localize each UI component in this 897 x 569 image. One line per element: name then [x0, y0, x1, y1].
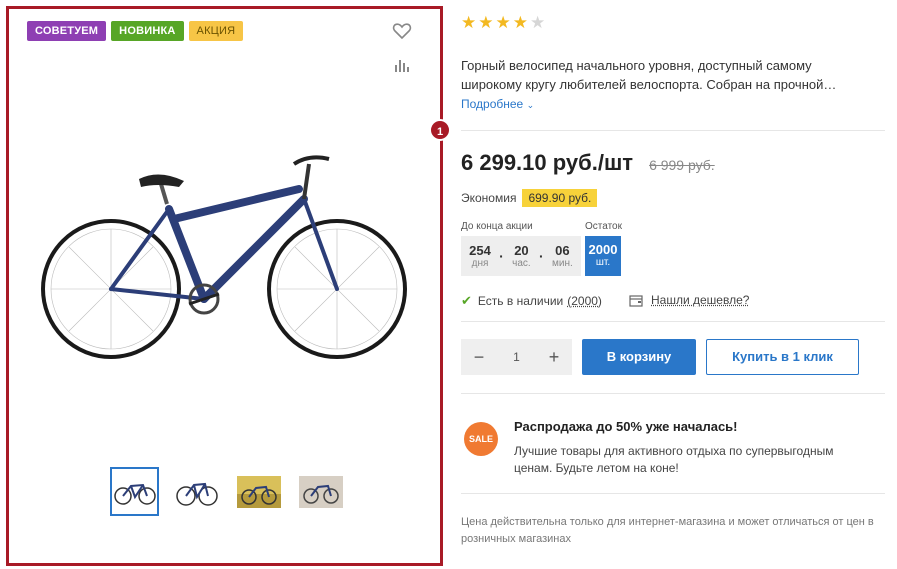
- decrease-button[interactable]: −: [469, 347, 489, 367]
- add-to-cart-button[interactable]: В корзину: [582, 339, 696, 375]
- badge-recommended: СОВЕТУЕМ: [27, 21, 107, 41]
- thumbnail-list: [110, 467, 345, 516]
- timer-hours: 20 час.: [512, 243, 531, 270]
- old-price: 6 999 руб.: [649, 157, 715, 173]
- stock-unit: шт.: [595, 257, 611, 268]
- star-icon: ★: [461, 13, 477, 32]
- thumbnail[interactable]: [234, 467, 283, 516]
- star-icon: ★: [495, 13, 511, 32]
- divider: [461, 493, 885, 494]
- product-main-image[interactable]: STERN: [39, 139, 409, 379]
- price-note: Цена действительна только для интернет-м…: [461, 516, 874, 545]
- timer-label: До конца акции: [461, 221, 533, 232]
- countdown-timer: 254 дня · 20 час. · 06 мин.: [461, 236, 581, 276]
- timer-separator: ·: [499, 248, 504, 264]
- timer-days-value: 254: [469, 242, 491, 258]
- thumbnail[interactable]: [110, 467, 159, 516]
- timer-separator: ·: [539, 248, 544, 264]
- economy-row: Экономия 699.90 руб.: [461, 189, 598, 207]
- stock-label: Остаток: [585, 221, 622, 232]
- found-cheaper-label: Нашли дешевле?: [651, 293, 750, 307]
- thumbnail[interactable]: [172, 467, 221, 516]
- product-description: Горный велосипед начального уровня, дост…: [461, 58, 837, 92]
- availability-count[interactable]: (2000): [567, 294, 602, 308]
- divider: [461, 393, 885, 394]
- product-gallery: СОВЕТУЕМ НОВИНКА АКЦИЯ STERN: [6, 6, 443, 566]
- star-icon: ★: [530, 13, 546, 32]
- timer-hours-value: 20: [514, 242, 529, 258]
- increase-button[interactable]: +: [544, 347, 564, 367]
- badge-list: СОВЕТУЕМ НОВИНКА АКЦИЯ: [27, 21, 244, 41]
- economy-value: 699.90 руб.: [522, 189, 598, 207]
- bar-chart-icon[interactable]: [394, 57, 410, 73]
- rating-stars[interactable]: ★ ★ ★ ★ ★: [461, 14, 545, 32]
- check-icon: ✔: [461, 293, 472, 308]
- star-icon: ★: [512, 13, 528, 32]
- star-icon: ★: [478, 13, 494, 32]
- availability-label: Есть в наличии: [477, 294, 564, 308]
- timer-minutes-unit: мин.: [552, 257, 573, 269]
- heart-icon[interactable]: [392, 22, 412, 40]
- economy-label: Экономия: [461, 191, 517, 205]
- more-link-label: Подробнее: [461, 97, 524, 111]
- badge-promo: АКЦИЯ: [188, 21, 244, 41]
- divider: [461, 321, 885, 322]
- product-info: ★ ★ ★ ★ ★ Горный велосипед начального ур…: [461, 0, 886, 569]
- quantity-input[interactable]: 1: [513, 350, 520, 364]
- quantity-stepper: − 1 +: [461, 339, 572, 375]
- thumbnail[interactable]: [296, 467, 345, 516]
- timer-minutes: 06 мин.: [552, 243, 573, 270]
- chevron-down-icon: ⌄: [526, 100, 535, 110]
- timer-days: 254 дня: [469, 243, 491, 270]
- promo-text: Лучшие товары для активного отдыха по су…: [514, 444, 834, 475]
- badge-new: НОВИНКА: [111, 21, 184, 41]
- divider: [461, 130, 885, 131]
- buy-one-click-button[interactable]: Купить в 1 клик: [706, 339, 859, 375]
- price-row: 6 299.10 руб./шт 6 999 руб.: [461, 150, 715, 176]
- more-link[interactable]: Подробнее ⌄: [461, 97, 534, 111]
- timer-minutes-value: 06: [555, 242, 570, 258]
- wallet-icon: [629, 294, 643, 307]
- timer-hours-unit: час.: [512, 257, 531, 269]
- found-cheaper-link[interactable]: Нашли дешевле?: [629, 293, 749, 307]
- annotation-marker: 1: [429, 119, 451, 141]
- sale-icon: SALE: [464, 422, 498, 456]
- timer-days-unit: дня: [471, 257, 489, 269]
- current-price: 6 299.10 руб./шт: [461, 150, 634, 175]
- stock-value: 2000: [588, 242, 618, 257]
- availability: ✔ Есть в наличии (2000): [461, 293, 602, 309]
- promo-title: Распродажа до 50% уже началась!: [514, 419, 738, 434]
- stock-box: 2000 шт.: [585, 236, 621, 276]
